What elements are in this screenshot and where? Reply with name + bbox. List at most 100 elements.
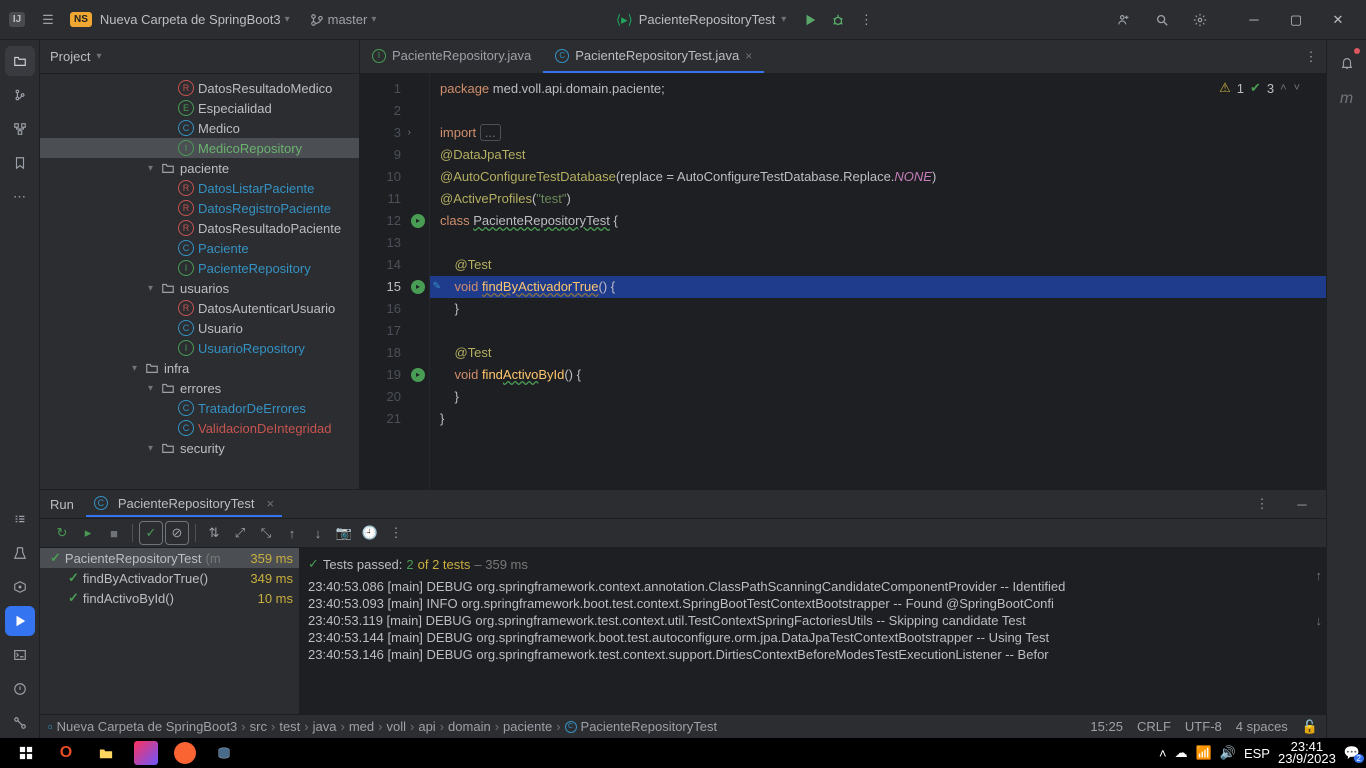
notifications-button[interactable] [1332, 48, 1362, 78]
rerun-failed-button[interactable]: ▸ [76, 521, 100, 545]
todo-toolwindow-button[interactable] [5, 504, 35, 534]
tree-item[interactable]: ▾infra [40, 358, 359, 378]
sort-button[interactable]: ⇅ [202, 521, 226, 545]
editor-gutter[interactable]: 123›9101112▸131415▸✎16171819▸2021 [360, 74, 430, 489]
run-tab[interactable]: C PacienteRepositoryTest × [86, 492, 282, 517]
maximize-button[interactable]: ▢ [1276, 5, 1316, 35]
code-editor[interactable]: ⚠1 ✔3 ˄ ˅ 123›9101112▸131415▸✎16171819▸2… [360, 74, 1326, 489]
tabs-menu-button[interactable]: ⋮ [1296, 40, 1326, 73]
tree-item[interactable]: CUsuario [40, 318, 359, 338]
project-selector[interactable]: Nueva Carpeta de SpringBoot3 ▾ [100, 12, 290, 27]
editor-tab[interactable]: IPacienteRepository.java [360, 40, 543, 73]
opera-taskbar-icon[interactable]: O [46, 739, 86, 767]
close-icon[interactable]: × [266, 496, 274, 511]
tree-item[interactable]: IMedicoRepository [40, 138, 359, 158]
test-settings-button[interactable]: ⋮ [384, 521, 408, 545]
editor-tab[interactable]: CPacienteRepositoryTest.java× [543, 40, 764, 73]
tree-item[interactable]: CValidacionDeIntegridad [40, 418, 359, 438]
tree-item[interactable]: IPacienteRepository [40, 258, 359, 278]
project-pane-header[interactable]: Project ▾ [40, 40, 359, 74]
next-test-button[interactable]: ↓ [306, 521, 330, 545]
stop-button[interactable]: ■ [102, 521, 126, 545]
readonly-toggle[interactable]: 🔓 [1302, 719, 1318, 735]
tree-item[interactable]: CMedico [40, 118, 359, 138]
test-tree-item[interactable]: ✓PacienteRepositoryTest(m359 ms [40, 548, 299, 568]
terminal-toolwindow-button[interactable] [5, 640, 35, 670]
problems-toolwindow-button[interactable] [5, 674, 35, 704]
onedrive-tray-icon[interactable]: ☁ [1175, 745, 1188, 761]
tree-item[interactable]: ▾security [40, 438, 359, 458]
scroll-down-button[interactable]: ↓ [1316, 613, 1323, 628]
tree-item[interactable]: EEspecialidad [40, 98, 359, 118]
settings-button[interactable] [1186, 6, 1214, 34]
code-content[interactable]: package med.voll.api.domain.paciente; im… [430, 74, 1326, 489]
minimize-button[interactable]: ─ [1234, 5, 1274, 35]
volume-tray-icon[interactable]: 🔊 [1220, 745, 1236, 761]
file-explorer-taskbar-icon[interactable] [86, 739, 126, 767]
collapse-all-button[interactable]: ⤡ [254, 521, 278, 545]
test-console[interactable]: ✓ Tests passed: 2 of 2 tests – 359 ms 23… [300, 548, 1326, 714]
run-config-selector[interactable]: ⟨▸⟩ PacienteRepositoryTest ▾ [606, 6, 796, 34]
action-center-button[interactable]: 💬2 [1344, 745, 1360, 761]
code-with-me-button[interactable] [1110, 6, 1138, 34]
run-options-button[interactable]: ⋮ [1248, 490, 1276, 518]
dbeaver-taskbar-icon[interactable] [204, 739, 244, 767]
more-toolwindows-button[interactable]: ⋯ [5, 182, 35, 212]
maven-toolwindow-button[interactable]: m [1340, 90, 1353, 108]
tree-item[interactable]: RDatosRegistroPaciente [40, 198, 359, 218]
rerun-button[interactable]: ↻ [50, 521, 74, 545]
test-tree-item[interactable]: ✓findByActivadorTrue()349 ms [40, 568, 299, 588]
main-menu-button[interactable]: ☰ [34, 6, 62, 34]
tree-item[interactable]: CTratadorDeErrores [40, 398, 359, 418]
vcs-toolwindow-button[interactable] [5, 708, 35, 738]
debug-button[interactable] [824, 6, 852, 34]
language-indicator[interactable]: ESP [1244, 746, 1270, 761]
hide-toolwindow-button[interactable]: ─ [1288, 490, 1316, 518]
postman-taskbar-icon[interactable] [174, 742, 196, 764]
history-button[interactable]: 🕘 [358, 521, 382, 545]
show-passed-toggle[interactable]: ✓ [139, 521, 163, 545]
commit-toolwindow-button[interactable] [5, 80, 35, 110]
build-toolwindow-button[interactable] [5, 538, 35, 568]
tree-item[interactable]: CPaciente [40, 238, 359, 258]
project-tree[interactable]: RDatosResultadoMedicoEEspecialidadCMedic… [40, 74, 359, 489]
expand-all-button[interactable]: ⤢ [228, 521, 252, 545]
test-tree-item[interactable]: ✓findActivoById()10 ms [40, 588, 299, 608]
line-separator[interactable]: CRLF [1137, 719, 1171, 734]
export-button[interactable]: 📷 [332, 521, 356, 545]
tree-item[interactable]: ▾usuarios [40, 278, 359, 298]
services-toolwindow-button[interactable] [5, 572, 35, 602]
project-toolwindow-button[interactable] [5, 46, 35, 76]
close-icon[interactable]: × [745, 49, 752, 63]
cursor-position[interactable]: 15:25 [1090, 719, 1123, 734]
more-actions-button[interactable]: ⋮ [852, 6, 880, 34]
breadcrumb[interactable]: ▫Nueva Carpeta de SpringBoot3›src›test›j… [48, 719, 717, 734]
intellij-taskbar-icon[interactable] [134, 741, 158, 765]
bookmarks-toolwindow-button[interactable] [5, 148, 35, 178]
clock-widget[interactable]: 23:41 23/9/2023 [1278, 741, 1336, 765]
indent-config[interactable]: 4 spaces [1236, 719, 1288, 734]
tray-expand-icon[interactable]: ˄ [1159, 746, 1167, 761]
run-toolwindow-title[interactable]: Run [50, 497, 74, 512]
search-everywhere-button[interactable] [1148, 6, 1176, 34]
vcs-branch-widget[interactable]: master ▾ [310, 12, 377, 27]
tree-item[interactable]: ▾errores [40, 378, 359, 398]
tree-item[interactable]: RDatosResultadoMedico [40, 78, 359, 98]
tree-item[interactable]: ▾paciente [40, 158, 359, 178]
nav-arrows[interactable]: ˄ ˅ [1280, 82, 1302, 94]
network-tray-icon[interactable]: 📶 [1196, 745, 1212, 761]
tree-item[interactable]: RDatosResultadoPaciente [40, 218, 359, 238]
start-button[interactable] [6, 739, 46, 767]
inspection-widget[interactable]: ⚠1 ✔3 ˄ ˅ [1215, 78, 1306, 98]
test-tree[interactable]: ✓PacienteRepositoryTest(m359 ms✓findByAc… [40, 548, 300, 714]
prev-test-button[interactable]: ↑ [280, 521, 304, 545]
run-button[interactable] [796, 6, 824, 34]
tree-item[interactable]: IUsuarioRepository [40, 338, 359, 358]
file-encoding[interactable]: UTF-8 [1185, 719, 1222, 734]
scroll-up-button[interactable]: ↑ [1316, 568, 1323, 583]
show-ignored-toggle[interactable]: ⊘ [165, 521, 189, 545]
run-toolwindow-button[interactable] [5, 606, 35, 636]
tree-item[interactable]: RDatosAutenticarUsuario [40, 298, 359, 318]
close-button[interactable]: ✕ [1318, 5, 1358, 35]
tree-item[interactable]: RDatosListarPaciente [40, 178, 359, 198]
